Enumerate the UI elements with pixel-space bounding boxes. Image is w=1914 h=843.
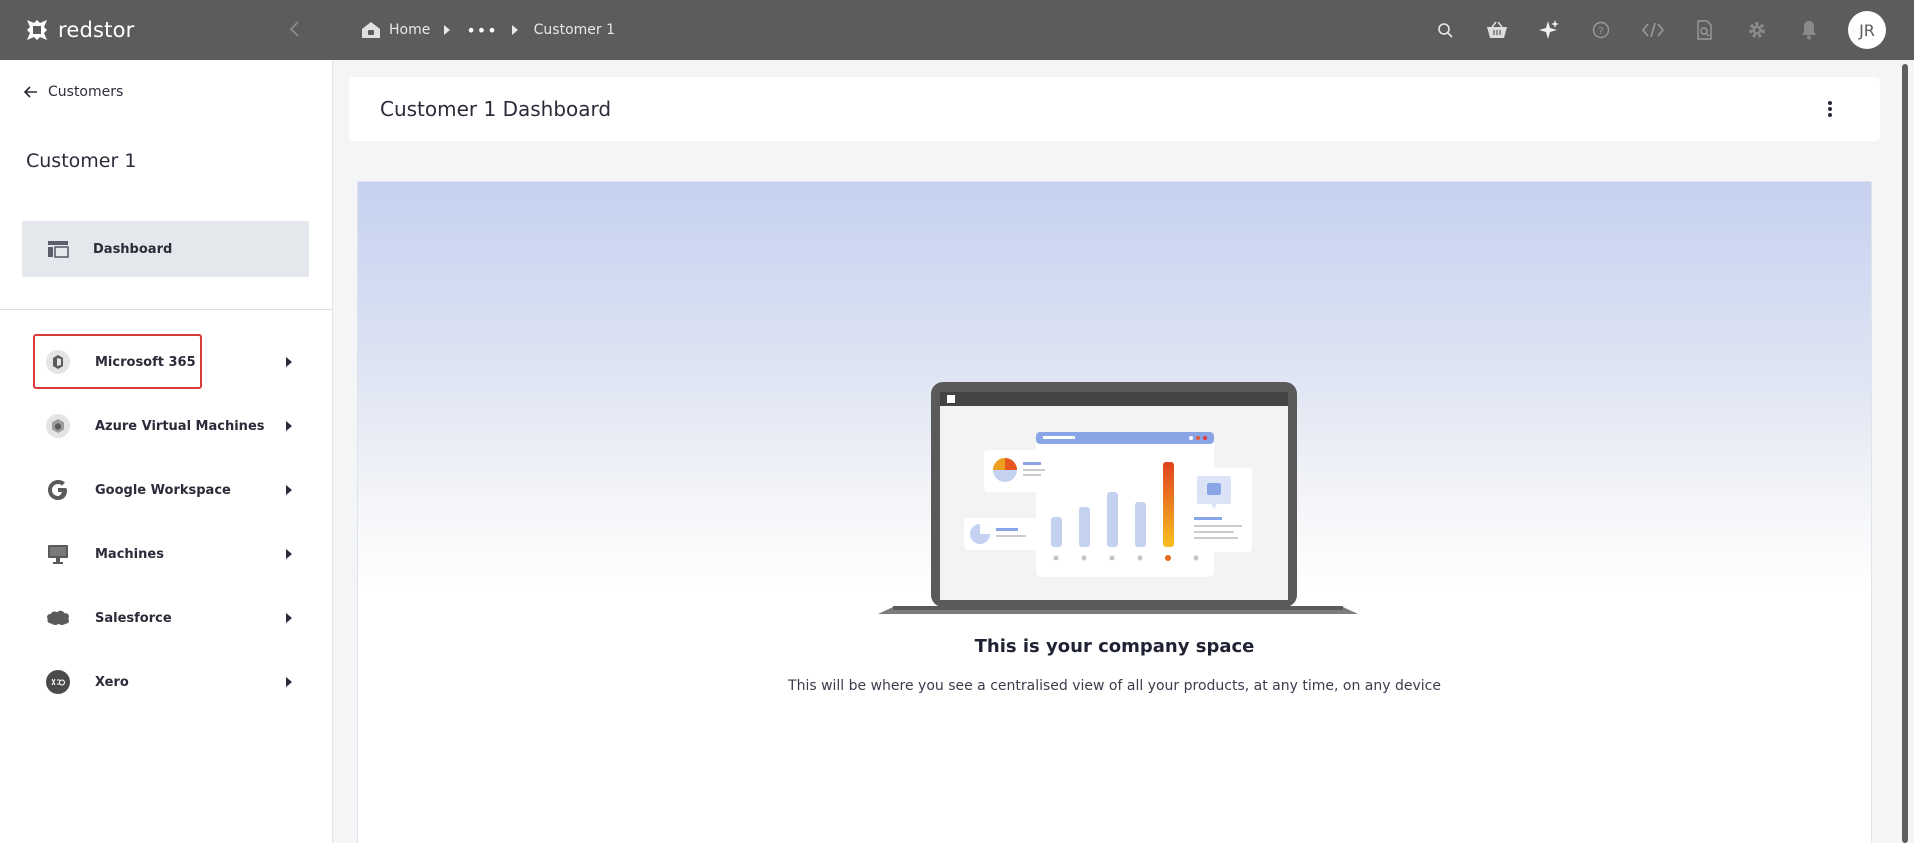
brand-name: redstor bbox=[58, 18, 135, 42]
search-icon[interactable] bbox=[1432, 17, 1458, 43]
sidebar-divider bbox=[0, 309, 333, 310]
empty-state-panel bbox=[357, 181, 1872, 843]
google-icon bbox=[45, 477, 71, 503]
sidebar-item-salesforce[interactable]: Salesforce bbox=[0, 586, 333, 650]
laptop-dashboard-illustration bbox=[878, 382, 1358, 614]
back-link-label: Customers bbox=[48, 84, 124, 100]
sparkle-icon[interactable] bbox=[1536, 17, 1562, 43]
top-bar: redstor Home ••• Customer 1 ? JR bbox=[0, 0, 1914, 60]
brand: redstor bbox=[0, 0, 333, 60]
page-title: Customer 1 Dashboard bbox=[380, 97, 612, 121]
breadcrumb-separator-icon bbox=[511, 25, 520, 35]
empty-state-title: This is your company space bbox=[974, 636, 1255, 657]
caret-right-icon[interactable] bbox=[285, 613, 293, 623]
sidebar-item-label: Salesforce bbox=[95, 610, 172, 626]
gear-icon[interactable] bbox=[1744, 17, 1770, 43]
dashboard-layout-icon bbox=[48, 241, 69, 258]
page-header: Customer 1 Dashboard bbox=[349, 77, 1880, 141]
basket-icon[interactable] bbox=[1484, 17, 1510, 43]
bell-icon[interactable] bbox=[1796, 17, 1822, 43]
monitor-icon bbox=[45, 541, 71, 567]
sidebar-item-google-workspace[interactable]: Google Workspace bbox=[0, 458, 333, 522]
sidebar-item-microsoft-365[interactable]: Microsoft 365 bbox=[0, 330, 333, 394]
salesforce-icon bbox=[45, 605, 71, 631]
back-to-customers-link[interactable]: Customers bbox=[24, 84, 123, 100]
toolbar: ? JR bbox=[1432, 0, 1886, 60]
sidebar-item-label: Xero bbox=[95, 674, 129, 690]
breadcrumb: Home ••• Customer 1 bbox=[333, 0, 615, 60]
breadcrumb-ellipsis[interactable]: ••• bbox=[466, 21, 497, 40]
scrollbar[interactable] bbox=[1902, 64, 1908, 843]
breadcrumb-home[interactable]: Home bbox=[361, 21, 430, 39]
breadcrumb-separator-icon bbox=[444, 25, 452, 35]
sidebar: Customers Customer 1 Dashboard Microsoft… bbox=[0, 60, 333, 843]
breadcrumb-home-label: Home bbox=[389, 22, 431, 38]
sidebar-item-label: Azure Virtual Machines bbox=[95, 418, 265, 434]
redstor-logo-icon[interactable] bbox=[24, 17, 50, 43]
sidebar-item-label: Microsoft 365 bbox=[95, 354, 196, 370]
xero-icon bbox=[45, 669, 71, 695]
arrow-left-icon bbox=[24, 86, 37, 98]
search-document-icon[interactable] bbox=[1692, 17, 1718, 43]
code-icon[interactable] bbox=[1640, 17, 1666, 43]
sidebar-item-xero[interactable]: Xero bbox=[0, 650, 333, 714]
home-icon bbox=[362, 22, 380, 38]
sidebar-item-label: Google Workspace bbox=[95, 482, 231, 498]
help-icon[interactable]: ? bbox=[1588, 17, 1614, 43]
sidebar-item-machines[interactable]: Machines bbox=[0, 522, 333, 586]
caret-right-icon[interactable] bbox=[285, 677, 293, 687]
sidebar-item-dashboard[interactable]: Dashboard bbox=[22, 221, 309, 277]
azure-vm-icon bbox=[45, 413, 71, 439]
sidebar-item-label: Dashboard bbox=[93, 241, 173, 257]
sidebar-item-azure-virtual-machines[interactable]: Azure Virtual Machines bbox=[0, 394, 333, 458]
more-options-icon[interactable] bbox=[1818, 97, 1842, 121]
product-nav-list: Microsoft 365 Azure Virtual Machines Goo… bbox=[0, 330, 333, 714]
caret-right-icon[interactable] bbox=[285, 357, 293, 367]
microsoft-365-icon bbox=[45, 349, 71, 375]
caret-right-icon[interactable] bbox=[285, 549, 293, 559]
customer-name: Customer 1 bbox=[26, 150, 137, 172]
empty-state-subtitle: This will be where you see a centralised… bbox=[788, 678, 1441, 694]
user-avatar[interactable]: JR bbox=[1848, 11, 1886, 49]
breadcrumb-current: Customer 1 bbox=[533, 22, 616, 38]
svg-text:?: ? bbox=[1598, 26, 1603, 37]
caret-right-icon[interactable] bbox=[285, 421, 293, 431]
collapse-sidebar-icon[interactable] bbox=[283, 18, 305, 40]
caret-right-icon[interactable] bbox=[285, 485, 293, 495]
sidebar-item-label: Machines bbox=[95, 546, 164, 562]
